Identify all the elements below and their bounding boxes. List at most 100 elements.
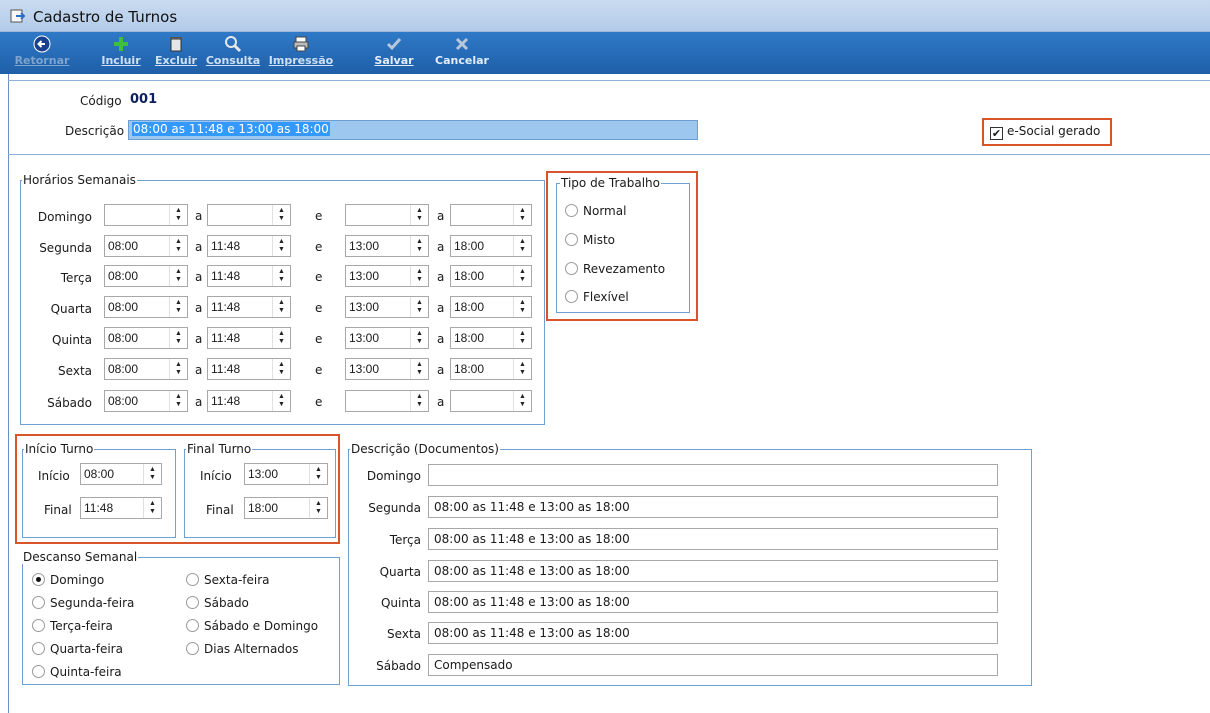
descanso-radio[interactable]: Sábado e Domingo xyxy=(186,619,318,633)
horario-spinner[interactable]: 08:00 ▲ ▼ xyxy=(104,390,188,412)
horario-spinner[interactable]: 11:48 ▲ ▼ xyxy=(207,296,291,318)
descricao-doc-label: Sábado xyxy=(376,659,421,673)
retornar-button[interactable]: Retornar xyxy=(14,34,70,72)
horarios-day-label: Terça xyxy=(60,271,92,285)
horario-spinner[interactable]: 11:48 ▲ ▼ xyxy=(207,327,291,349)
spinner-arrows-icon[interactable]: ▲ ▼ xyxy=(169,297,187,317)
spinner-arrows-icon[interactable]: ▲ ▼ xyxy=(410,236,428,256)
horario-spinner[interactable]: ▲ ▼ xyxy=(104,204,188,226)
spinner-arrows-icon[interactable]: ▲ ▼ xyxy=(410,205,428,225)
spinner-arrows-icon[interactable]: ▲ ▼ xyxy=(309,464,327,484)
horario-spinner[interactable]: ▲ ▼ xyxy=(207,204,291,226)
horario-spinner[interactable]: 18:00 ▲ ▼ xyxy=(450,296,532,318)
descanso-radio[interactable]: Quarta-feira xyxy=(32,642,123,656)
descanso-radio[interactable]: Sábado xyxy=(186,596,249,610)
horarios-day-label: Quinta xyxy=(51,333,92,347)
consulta-button[interactable]: Consulta xyxy=(205,34,261,72)
radio-icon xyxy=(32,596,45,609)
horario-spinner[interactable]: 13:00 ▲ ▼ xyxy=(345,327,429,349)
spinner-arrows-icon[interactable]: ▲ ▼ xyxy=(309,498,327,518)
tipo-flexivel-radio[interactable]: Flexível xyxy=(565,290,629,304)
spinner-arrows-icon[interactable]: ▲ ▼ xyxy=(169,359,187,379)
descanso-radio[interactable]: Sexta-feira xyxy=(186,573,270,587)
horario-spinner[interactable]: 08:00 ▲ ▼ xyxy=(104,235,188,257)
spinner-arrows-icon[interactable]: ▲ ▼ xyxy=(169,266,187,286)
tipo-misto-radio[interactable]: Misto xyxy=(565,233,615,247)
horario-spinner[interactable]: ▲ ▼ xyxy=(450,390,532,412)
spinner-arrows-icon[interactable]: ▲ ▼ xyxy=(513,236,531,256)
horario-spinner[interactable]: 11:48 ▲ ▼ xyxy=(207,390,291,412)
spinner-arrows-icon[interactable]: ▲ ▼ xyxy=(513,359,531,379)
spinner-arrows-icon[interactable]: ▲ ▼ xyxy=(143,498,161,518)
descanso-radio[interactable]: Terça-feira xyxy=(32,619,113,633)
spinner-arrows-icon[interactable]: ▲ ▼ xyxy=(272,236,290,256)
spinner-arrows-icon[interactable]: ▲ ▼ xyxy=(169,236,187,256)
descricao-doc-input[interactable]: 08:00 as 11:48 e 13:00 as 18:00 xyxy=(428,496,998,518)
spinner-arrows-icon[interactable]: ▲ ▼ xyxy=(272,205,290,225)
horario-separator: a xyxy=(195,301,203,315)
horario-spinner[interactable]: 18:00 ▲ ▼ xyxy=(450,327,532,349)
horario-spinner[interactable]: ▲ ▼ xyxy=(345,390,429,412)
spinner-arrows-icon[interactable]: ▲ ▼ xyxy=(169,328,187,348)
descricao-doc-input[interactable]: 08:00 as 11:48 e 13:00 as 18:00 xyxy=(428,622,998,644)
horario-spinner[interactable]: 13:00 ▲ ▼ xyxy=(345,235,429,257)
spinner-arrows-icon[interactable]: ▲ ▼ xyxy=(410,391,428,411)
horario-value: 08:00 xyxy=(108,394,139,408)
spinner-arrows-icon[interactable]: ▲ ▼ xyxy=(272,297,290,317)
horario-spinner[interactable]: 08:00 ▲ ▼ xyxy=(104,296,188,318)
spinner-arrows-icon[interactable]: ▲ ▼ xyxy=(513,391,531,411)
descricao-doc-input[interactable]: Compensado xyxy=(428,654,998,676)
spinner-arrows-icon[interactable]: ▲ ▼ xyxy=(169,205,187,225)
descricao-input[interactable]: 08:00 as 11:48 e 13:00 as 18:00 xyxy=(128,120,698,140)
spinner-arrows-icon[interactable]: ▲ ▼ xyxy=(272,328,290,348)
horario-spinner[interactable]: 18:00 ▲ ▼ xyxy=(450,265,532,287)
spinner-arrows-icon[interactable]: ▲ ▼ xyxy=(272,359,290,379)
descanso-radio[interactable]: Quinta-feira xyxy=(32,665,122,679)
spinner-arrows-icon[interactable]: ▲ ▼ xyxy=(410,297,428,317)
horario-spinner[interactable]: 11:48 ▲ ▼ xyxy=(207,265,291,287)
excluir-button[interactable]: Excluir xyxy=(152,34,200,72)
inicio-turno-inicio-spinner[interactable]: 08:00 ▲ ▼ xyxy=(80,463,162,485)
salvar-button[interactable]: Salvar xyxy=(372,34,416,72)
tipo-revezamento-radio[interactable]: Revezamento xyxy=(565,262,665,276)
spinner-arrows-icon[interactable]: ▲ ▼ xyxy=(169,391,187,411)
final-turno-final-spinner[interactable]: 18:00 ▲ ▼ xyxy=(244,497,328,519)
spinner-arrows-icon[interactable]: ▲ ▼ xyxy=(410,328,428,348)
descricao-doc-input[interactable]: 08:00 as 11:48 e 13:00 as 18:00 xyxy=(428,560,998,582)
horario-spinner[interactable]: 18:00 ▲ ▼ xyxy=(450,235,532,257)
final-turno-inicio-spinner[interactable]: 13:00 ▲ ▼ xyxy=(244,463,328,485)
descanso-radio[interactable]: Segunda-feira xyxy=(32,596,134,610)
descanso-radio[interactable]: Domingo xyxy=(32,573,104,587)
horario-spinner[interactable]: 08:00 ▲ ▼ xyxy=(104,358,188,380)
horario-spinner[interactable]: 08:00 ▲ ▼ xyxy=(104,327,188,349)
horario-spinner[interactable]: ▲ ▼ xyxy=(345,204,429,226)
descricao-doc-input[interactable] xyxy=(428,464,998,486)
cancelar-button[interactable]: Cancelar xyxy=(434,34,490,72)
spinner-arrows-icon[interactable]: ▲ ▼ xyxy=(272,266,290,286)
descricao-doc-input[interactable]: 08:00 as 11:48 e 13:00 as 18:00 xyxy=(428,591,998,613)
horario-spinner[interactable]: 13:00 ▲ ▼ xyxy=(345,358,429,380)
spinner-arrows-icon[interactable]: ▲ ▼ xyxy=(513,328,531,348)
descricao-doc-input[interactable]: 08:00 as 11:48 e 13:00 as 18:00 xyxy=(428,528,998,550)
horario-spinner[interactable]: 11:48 ▲ ▼ xyxy=(207,358,291,380)
spinner-arrows-icon[interactable]: ▲ ▼ xyxy=(143,464,161,484)
inicio-turno-final-spinner[interactable]: 11:48 ▲ ▼ xyxy=(80,497,162,519)
incluir-button[interactable]: Incluir xyxy=(98,34,144,72)
horario-spinner[interactable]: 18:00 ▲ ▼ xyxy=(450,358,532,380)
tipo-normal-radio[interactable]: Normal xyxy=(565,204,626,218)
spinner-arrows-icon[interactable]: ▲ ▼ xyxy=(410,359,428,379)
horario-spinner[interactable]: 08:00 ▲ ▼ xyxy=(104,265,188,287)
horario-spinner[interactable]: 13:00 ▲ ▼ xyxy=(345,296,429,318)
horario-spinner[interactable]: 11:48 ▲ ▼ xyxy=(207,235,291,257)
spinner-arrows-icon[interactable]: ▲ ▼ xyxy=(513,266,531,286)
spinner-arrows-icon[interactable]: ▲ ▼ xyxy=(513,205,531,225)
horario-spinner[interactable]: ▲ ▼ xyxy=(450,204,532,226)
descricao-documentos-title: Descrição (Documentos) xyxy=(350,442,500,456)
spinner-arrows-icon[interactable]: ▲ ▼ xyxy=(272,391,290,411)
spinner-arrows-icon[interactable]: ▲ ▼ xyxy=(513,297,531,317)
impressao-button[interactable]: Impressão xyxy=(262,34,340,72)
horario-spinner[interactable]: 13:00 ▲ ▼ xyxy=(345,265,429,287)
descanso-radio[interactable]: Dias Alternados xyxy=(186,642,299,656)
esocial-checkbox[interactable]: ✔ e-Social gerado xyxy=(990,124,1100,140)
spinner-arrows-icon[interactable]: ▲ ▼ xyxy=(410,266,428,286)
